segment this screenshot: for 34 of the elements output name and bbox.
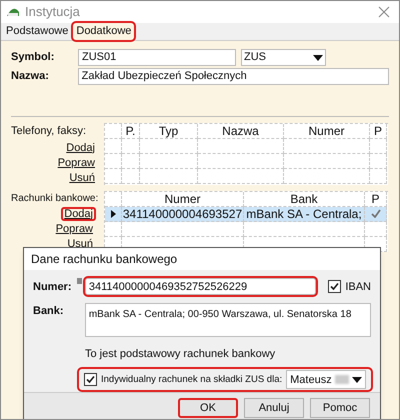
checkbox-label: IBAN bbox=[345, 280, 371, 295]
link[interactable]: Popraw bbox=[52, 222, 96, 236]
section-label: Rachunki bankowe: bbox=[11, 192, 100, 206]
column-header: Nazwa bbox=[198, 124, 284, 139]
dialog-title: Dane rachunku bankowego bbox=[31, 250, 178, 268]
symbol-field[interactable]: ZUS01 bbox=[78, 49, 236, 66]
table-cell: 341140000004693527 bbox=[122, 206, 244, 222]
checkbox-label: Indywidualny rachunek na składki ZUS dla: bbox=[101, 372, 282, 387]
column-header: Typ bbox=[140, 124, 198, 139]
window-title: Instytucja bbox=[25, 3, 80, 22]
type-dropdown[interactable]: ZUS bbox=[241, 49, 326, 66]
link[interactable]: Usuń bbox=[68, 172, 96, 184]
section-label: Telefony, faksy: bbox=[11, 124, 87, 139]
field-label: Nazwa: bbox=[11, 69, 50, 84]
bank-field[interactable]: mBank SA - Centrala; 00-950 Warszawa, ul. Senatorska 18 bbox=[84, 302, 371, 337]
field-label: Bank: bbox=[33, 304, 65, 319]
number-field[interactable]: 34114000000469352752526229 bbox=[84, 278, 316, 296]
link[interactable]: Popraw bbox=[56, 156, 96, 170]
tab[interactable]: Dodatkowe bbox=[73, 23, 134, 40]
column-header: Numer bbox=[284, 124, 370, 139]
link[interactable]: Dodaj bbox=[65, 142, 96, 154]
name-field[interactable]: Zakład Ubezpieczeń Społecznych bbox=[78, 68, 389, 85]
link[interactable]: Dodaj bbox=[61, 206, 96, 220]
person-dropdown[interactable]: Mateusz bbox=[286, 370, 366, 390]
link[interactable]: Usuń bbox=[64, 236, 96, 250]
column-header: P bbox=[370, 124, 387, 139]
dialog-button[interactable]: Pomoc bbox=[310, 398, 370, 418]
info-text: To jest podstawowy rachunek bankowy bbox=[85, 346, 276, 362]
column-header: P. bbox=[122, 124, 140, 139]
field-label: Numer: bbox=[33, 280, 73, 295]
dialog-button[interactable]: Anuluj bbox=[244, 398, 304, 418]
dialog-button[interactable]: OK bbox=[178, 398, 238, 418]
table-cell: mBank SA - Centrala; bbox=[244, 206, 365, 222]
field-label: Symbol: bbox=[11, 50, 56, 66]
